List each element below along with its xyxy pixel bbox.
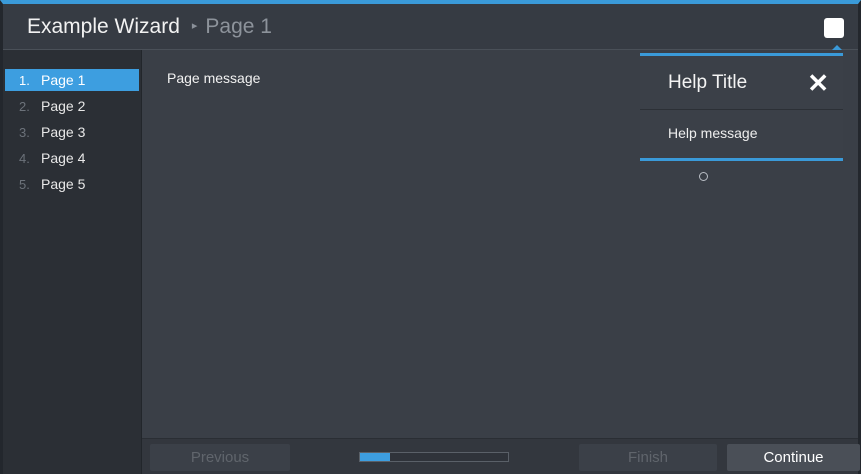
step-number: 3. (19, 124, 30, 140)
step-number: 2. (19, 98, 30, 114)
close-icon[interactable]: ✕ (807, 70, 829, 96)
sidebar-item-page-1[interactable]: 1. Page 1 (5, 69, 139, 91)
wizard-title: Example Wizard (27, 14, 180, 38)
sidebar-item-page-5[interactable]: 5. Page 5 (5, 173, 139, 195)
page-message: Page message (167, 70, 261, 86)
continue-button[interactable]: Continue (727, 444, 860, 471)
title-bar: Example Wizard ▸ Page 1 (3, 4, 858, 52)
finish-button[interactable]: Finish (579, 444, 717, 471)
previous-button[interactable]: Previous (150, 444, 290, 471)
progress-fill (360, 453, 390, 461)
sidebar-item-page-2[interactable]: 2. Page 2 (5, 95, 139, 117)
help-popover: Help Title ✕ Help message (640, 53, 843, 161)
step-label: Page 4 (41, 150, 86, 166)
breadcrumb-current-page: Page 1 (205, 14, 272, 38)
breadcrumb-arrow-icon: ▸ (191, 20, 198, 32)
step-number: 4. (19, 150, 30, 166)
step-sidebar: 1. Page 1 2. Page 2 3. Page 3 4. Page 4 … (3, 50, 142, 474)
step-label: Page 2 (41, 98, 86, 114)
help-message: Help message (668, 125, 758, 141)
step-number: 1. (19, 72, 30, 88)
step-label: Page 1 (41, 72, 86, 88)
sidebar-item-page-3[interactable]: 3. Page 3 (5, 121, 139, 143)
wizard-window: Example Wizard ▸ Page 1 1. Page 1 2. Pag… (0, 0, 861, 474)
help-title: Help Title (668, 71, 748, 93)
progress-bar (359, 452, 509, 462)
help-toggle-icon[interactable] (824, 18, 844, 38)
step-label: Page 3 (41, 124, 86, 140)
step-number: 5. (19, 176, 30, 192)
cursor-ring-icon (699, 172, 708, 181)
sidebar-item-page-4[interactable]: 4. Page 4 (5, 147, 139, 169)
step-label: Page 5 (41, 176, 86, 192)
wizard-footer: Previous Finish Continue (142, 438, 860, 474)
help-header: Help Title ✕ (640, 56, 843, 110)
